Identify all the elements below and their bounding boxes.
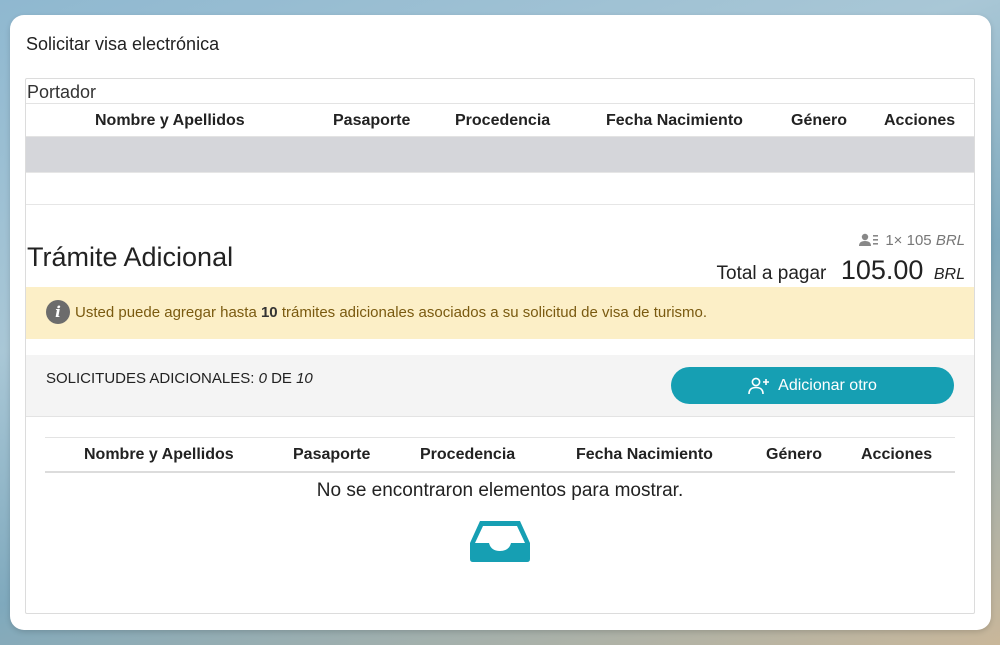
counter-current: 0 xyxy=(258,370,267,387)
total-currency: BRL xyxy=(933,266,965,283)
portador-row xyxy=(26,137,974,172)
col-nombre: Nombre y Apellidos xyxy=(84,446,234,463)
col-genero: Género xyxy=(791,112,848,129)
add-another-button[interactable]: Adicionar otro xyxy=(671,367,954,404)
col-nombre: Nombre y Apellidos xyxy=(95,112,245,129)
portador-label: Portador xyxy=(27,82,97,102)
rate-currency: BRL xyxy=(935,232,965,249)
total-label: Total a pagar xyxy=(716,263,827,284)
col-fecha-nacimiento: Fecha Nacimiento xyxy=(606,112,743,129)
col-genero: Género xyxy=(766,446,823,463)
col-procedencia: Procedencia xyxy=(420,446,516,463)
rate-count: 1× xyxy=(885,232,903,249)
col-pasaporte: Pasaporte xyxy=(293,446,371,463)
info-alert: i Usted puede agregar hasta 10 trámites … xyxy=(26,287,974,339)
add-button-label: Adicionar otro xyxy=(778,376,877,394)
total-to-pay: Total a pagar 105.00 BRL xyxy=(717,255,965,286)
counter-max: 10 xyxy=(296,370,313,387)
request-panel: Portador Nombre y Apellidos Pasaporte Pr… xyxy=(25,78,975,614)
total-amount: 105.00 xyxy=(840,255,924,285)
empty-tray-icon xyxy=(470,521,530,562)
divider xyxy=(26,172,974,173)
tramite-adicional-title: Trámite Adicional xyxy=(27,242,234,272)
alert-max: 10 xyxy=(260,304,278,321)
col-acciones: Acciones xyxy=(861,446,933,463)
visa-request-card: Solicitar visa electrónica Portador Nomb… xyxy=(10,15,991,630)
divider xyxy=(26,204,974,205)
card-title: Solicitar visa electrónica xyxy=(26,34,220,54)
additional-table-header: Nombre y Apellidos Pasaporte Procedencia… xyxy=(45,437,955,473)
col-pasaporte: Pasaporte xyxy=(333,112,411,129)
info-icon: i xyxy=(46,300,70,324)
add-user-icon xyxy=(748,377,770,394)
additional-counter: SOLICITUDES ADICIONALES: 0 DE 10 xyxy=(46,370,313,387)
col-procedencia: Procedencia xyxy=(455,112,551,129)
unit-rate: 1× 105 BRL xyxy=(859,232,965,249)
additional-toolbar: SOLICITUDES ADICIONALES: 0 DE 10 Adicion… xyxy=(26,355,974,417)
col-acciones: Acciones xyxy=(884,112,956,129)
person-list-icon xyxy=(859,233,879,246)
portador-table-header: Nombre y Apellidos Pasaporte Procedencia… xyxy=(26,103,974,137)
empty-message: No se encontraron elementos para mostrar… xyxy=(316,480,684,501)
rate-price: 105 xyxy=(906,232,932,249)
alert-message: Usted puede agregar hasta 10 trámites ad… xyxy=(75,304,708,321)
col-fecha-nacimiento: Fecha Nacimiento xyxy=(576,446,713,463)
